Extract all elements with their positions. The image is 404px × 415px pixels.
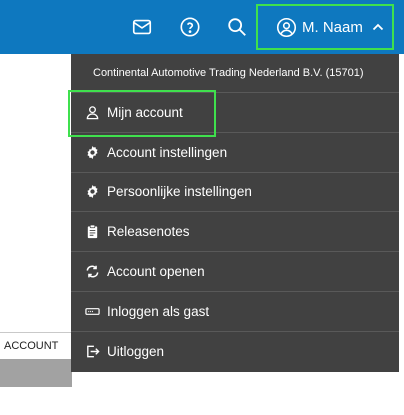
card-icon [85, 304, 100, 319]
menu-item-releasenotes[interactable]: Releasenotes [71, 212, 399, 253]
menu-item-mijn-account[interactable]: Mijn account [71, 93, 399, 133]
clipboard-icon [85, 224, 100, 239]
user-dropdown-menu: Continental Automotive Trading Nederland… [71, 54, 399, 372]
company-name: Continental Automotive Trading Nederland… [71, 54, 399, 93]
menu-item-label: Inloggen als gast [107, 303, 210, 319]
menu-item-label: Account instellingen [107, 144, 228, 160]
menu-item-label: Persoonlijke instellingen [107, 184, 252, 200]
logout-icon [85, 344, 100, 359]
menu-item-label: Uitloggen [107, 344, 165, 360]
user-circle-icon [276, 17, 297, 38]
account-tab[interactable]: ACCOUNT [0, 332, 72, 359]
menu-item-inloggen-als-gast[interactable]: Inloggen als gast [71, 292, 399, 332]
menu-item-uitloggen[interactable]: Uitloggen [71, 332, 399, 372]
menu-item-label: Releasenotes [107, 224, 190, 240]
gear-icon [85, 145, 100, 160]
user-icon [85, 105, 100, 120]
user-name: M. Naam [302, 18, 363, 36]
search-icon[interactable] [223, 13, 251, 41]
grey-bar [0, 359, 72, 387]
help-icon[interactable] [176, 13, 204, 41]
envelope-icon[interactable] [128, 13, 156, 41]
user-menu-button[interactable]: M. Naam [256, 4, 394, 50]
menu-item-account-openen[interactable]: Account openen [71, 252, 399, 292]
menu-item-persoonlijke-instellingen[interactable]: Persoonlijke instellingen [71, 173, 399, 213]
top-bar: M. Naam [0, 0, 404, 54]
menu-item-label: Mijn account [107, 104, 183, 120]
gear-icon [85, 184, 100, 199]
menu-item-label: Account openen [107, 264, 205, 280]
menu-item-account-instellingen[interactable]: Account instellingen [71, 133, 399, 173]
chevron-up-icon [371, 20, 385, 34]
page-content-left: ACCOUNT [0, 54, 72, 415]
swap-icon [85, 264, 100, 279]
